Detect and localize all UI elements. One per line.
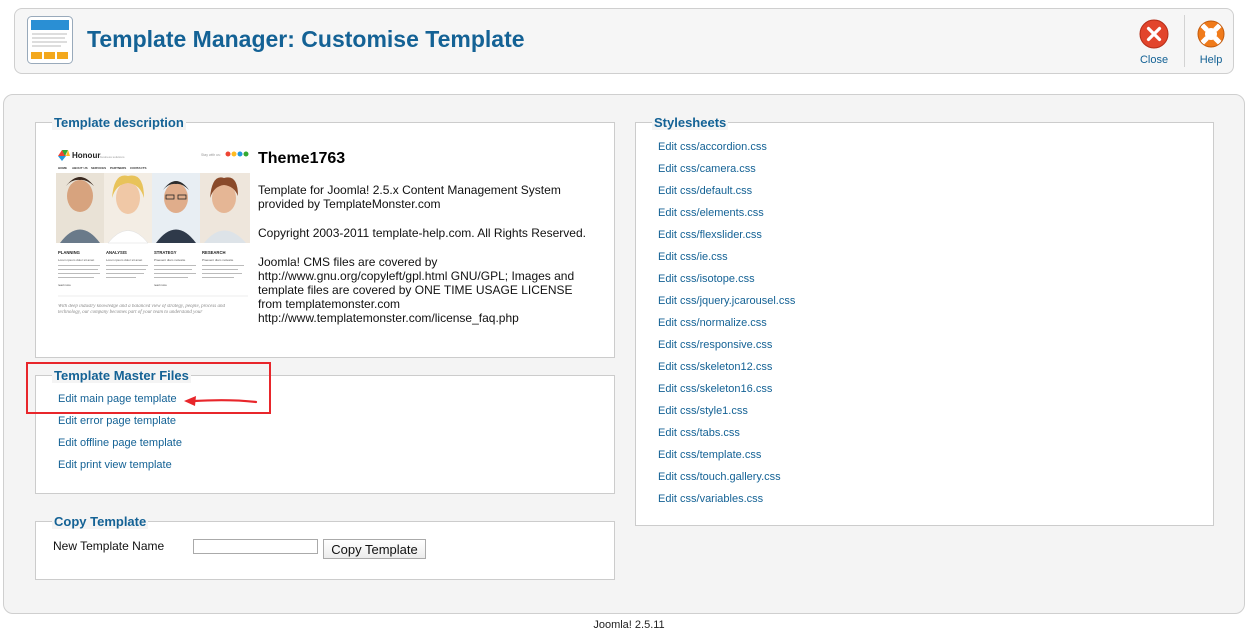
preview-nav-3: PARTNERS	[110, 166, 126, 170]
edit-stylesheet-link[interactable]: Edit css/isotope.css	[658, 268, 795, 290]
preview-logo-text: Honour	[72, 151, 100, 160]
close-icon	[1139, 19, 1169, 49]
preview-more-2: read more	[154, 283, 167, 287]
edit-stylesheet-link[interactable]: Edit css/variables.css	[658, 488, 795, 510]
page-title: Template Manager: Customise Template	[87, 26, 525, 52]
close-button[interactable]: Close	[1130, 19, 1178, 66]
annotation-arrow-icon	[184, 396, 258, 406]
copy-template-legend: Copy Template	[52, 514, 149, 529]
new-template-name-input[interactable]	[193, 539, 318, 554]
preview-photo-strip	[56, 173, 250, 244]
stylesheets-legend: Stylesheets	[652, 115, 729, 130]
preview-nav-1: ABOUT US	[72, 166, 88, 170]
toolbar-header: Template Manager: Customise Template Clo…	[14, 8, 1234, 74]
preview-more-0: read more	[58, 283, 71, 287]
edit-stylesheet-link[interactable]: Edit css/accordion.css	[658, 136, 795, 158]
edit-stylesheet-link[interactable]: Edit css/default.css	[658, 180, 795, 202]
template-preview-thumbnail: Honour business solutions Stay with us: …	[56, 146, 250, 332]
preview-quote: With deep industry knowledge and a balan…	[58, 304, 226, 315]
edit-stylesheet-link[interactable]: Edit css/ie.css	[658, 246, 795, 268]
edit-stylesheet-link[interactable]: Edit css/style1.css	[658, 400, 795, 422]
template-description-panel: Template description Honour business sol…	[35, 115, 615, 358]
description-paragraph: Copyright 2003-2011 template-help.com. A…	[258, 226, 586, 240]
copy-template-button[interactable]: Copy Template	[323, 539, 426, 559]
preview-col-title-2: STRATEGY	[154, 250, 177, 255]
stylesheets-list: Edit css/accordion.css Edit css/camera.c…	[658, 136, 795, 510]
edit-stylesheet-link[interactable]: Edit css/camera.css	[658, 158, 795, 180]
preview-nav-4: CONTACTS	[130, 166, 146, 170]
preview-col-title-1: ANALYSIS	[106, 250, 127, 255]
edit-stylesheet-link[interactable]: Edit css/touch.gallery.css	[658, 466, 795, 488]
description-paragraph: Joomla! CMS files are covered by http://…	[258, 255, 575, 325]
preview-col-title-0: PLANNING	[58, 250, 80, 255]
copy-template-panel: Copy Template New Template Name Copy Tem…	[35, 514, 615, 580]
preview-col-sub-2: Praesent diam molestie	[154, 258, 186, 262]
theme-name: Theme1763	[258, 150, 346, 167]
description-paragraph: Template for Joomla! 2.5.x Content Manag…	[258, 183, 561, 211]
edit-offline-page-template-link[interactable]: Edit offline page template	[58, 432, 182, 454]
edit-print-view-template-link[interactable]: Edit print view template	[58, 454, 182, 476]
edit-stylesheet-link[interactable]: Edit css/skeleton16.css	[658, 378, 795, 400]
preview-col-sub-1: Lorem ipsum dolor sit amet	[106, 258, 142, 262]
edit-stylesheet-link[interactable]: Edit css/template.css	[658, 444, 795, 466]
edit-stylesheet-link[interactable]: Edit css/responsive.css	[658, 334, 795, 356]
edit-stylesheet-link[interactable]: Edit css/skeleton12.css	[658, 356, 795, 378]
preview-tagline: business solutions	[100, 155, 125, 159]
template-description-legend: Template description	[52, 115, 186, 130]
template-description-text: Template for Joomla! 2.5.x Content Manag…	[258, 183, 598, 340]
preview-nav-2: SERVICES	[91, 166, 106, 170]
preview-col-sub-0: Lorem ipsum dolor sit amet	[58, 258, 94, 262]
lifebuoy-icon	[1197, 20, 1225, 48]
new-template-name-label: New Template Name	[53, 539, 165, 553]
toolbar-divider	[1184, 15, 1185, 67]
edit-stylesheet-link[interactable]: Edit css/tabs.css	[658, 422, 795, 444]
preview-col-sub-3: Praesent diam molestie	[202, 258, 234, 262]
help-button[interactable]: Help	[1187, 19, 1235, 66]
stylesheets-panel: Stylesheets Edit css/accordion.css Edit …	[635, 115, 1214, 526]
edit-stylesheet-link[interactable]: Edit css/normalize.css	[658, 312, 795, 334]
preview-follow-label: Stay with us:	[201, 153, 221, 157]
footer-version: Joomla! 2.5.11	[593, 619, 665, 631]
help-label: Help	[1199, 54, 1223, 66]
edit-stylesheet-link[interactable]: Edit css/flexslider.css	[658, 224, 795, 246]
edit-stylesheet-link[interactable]: Edit css/elements.css	[658, 202, 795, 224]
close-label: Close	[1139, 54, 1169, 66]
preview-nav-0: HOME	[58, 166, 67, 170]
preview-col-title-3: RESEARCH	[202, 250, 226, 255]
edit-stylesheet-link[interactable]: Edit css/jquery.jcarousel.css	[658, 290, 795, 312]
template-manager-icon	[27, 16, 73, 64]
